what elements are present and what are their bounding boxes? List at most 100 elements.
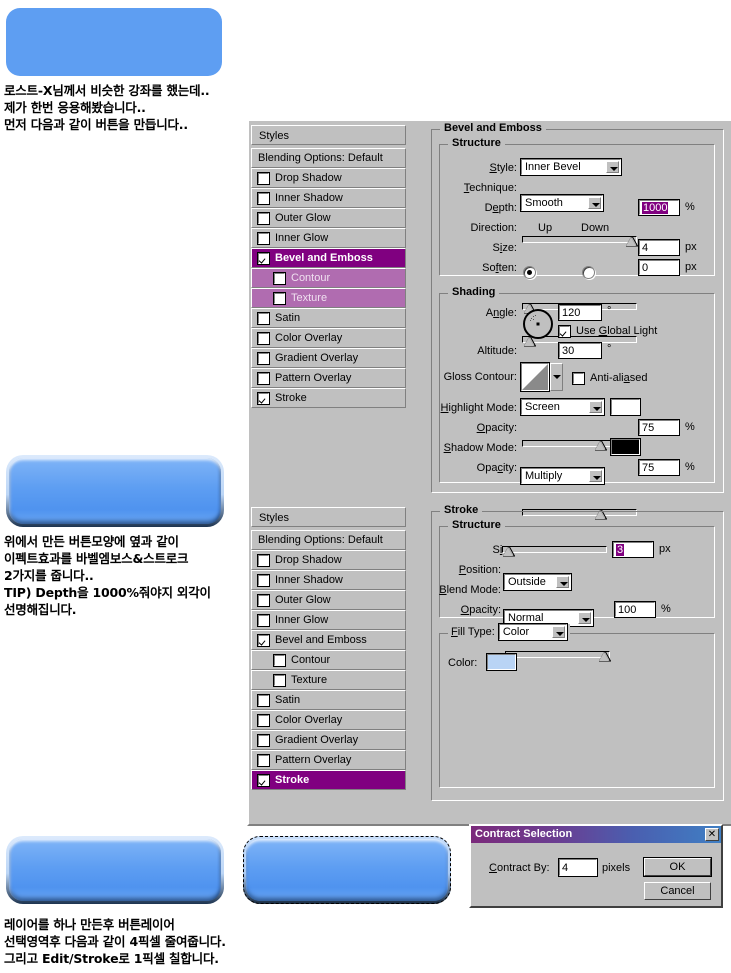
style-bottom-row-inner-shadow[interactable]: Inner Shadow: [251, 570, 406, 590]
anti-aliased-row[interactable]: Anti-aliased: [572, 371, 648, 385]
style-top-row-stroke[interactable]: Stroke: [251, 388, 406, 408]
gloss-contour-picker[interactable]: [520, 362, 563, 392]
style-bottom-row-satin[interactable]: Satin: [251, 690, 406, 710]
checkbox-icon[interactable]: [257, 713, 270, 727]
style-bottom-row-stroke[interactable]: Stroke: [251, 770, 406, 790]
style-bottom-row-inner-glow[interactable]: Inner Glow: [251, 610, 406, 630]
style-bottom-row-texture[interactable]: Texture: [251, 670, 406, 690]
gloss-contour-thumbnail[interactable]: [520, 362, 550, 392]
anti-aliased-checkbox[interactable]: [572, 371, 585, 385]
style-bottom-row-bevel-and-emboss[interactable]: Bevel and Emboss: [251, 630, 406, 650]
style-top-row-gradient-overlay[interactable]: Gradient Overlay: [251, 348, 406, 368]
blending-options-row-top[interactable]: Blending Options: Default: [251, 148, 406, 168]
style-bottom-row-outer-glow[interactable]: Outer Glow: [251, 590, 406, 610]
style-bottom-row-gradient-overlay[interactable]: Gradient Overlay: [251, 730, 406, 750]
size-field[interactable]: 4: [638, 239, 680, 256]
gloss-contour-dropdown[interactable]: [550, 363, 563, 391]
shadow-mode-combo[interactable]: Multiply: [520, 467, 605, 485]
stroke-position-combo[interactable]: Outside: [503, 573, 572, 591]
checkbox-icon[interactable]: [257, 211, 270, 225]
checkbox-icon[interactable]: [257, 733, 270, 747]
highlight-opacity-thumb[interactable]: [595, 439, 607, 451]
direction-up-radio[interactable]: [523, 266, 536, 279]
checkbox-icon[interactable]: [257, 171, 270, 185]
chevron-down-icon: [553, 375, 561, 379]
checkbox-icon[interactable]: [257, 693, 270, 707]
checkbox-icon[interactable]: [273, 271, 286, 285]
style-top-row-inner-glow[interactable]: Inner Glow: [251, 228, 406, 248]
highlight-color-swatch[interactable]: [610, 398, 641, 416]
depth-slider[interactable]: [522, 233, 638, 247]
depth-field[interactable]: 1000: [638, 199, 680, 216]
close-icon[interactable]: ✕: [705, 828, 719, 841]
checkbox-icon[interactable]: [273, 291, 286, 305]
style-top-row-pattern-overlay[interactable]: Pattern Overlay: [251, 368, 406, 388]
chevron-down-icon[interactable]: [588, 197, 601, 209]
stroke-color-swatch[interactable]: [486, 653, 517, 671]
style-top-row-inner-shadow[interactable]: Inner Shadow: [251, 188, 406, 208]
chevron-down-icon[interactable]: [551, 626, 565, 638]
checkbox-icon[interactable]: [257, 191, 270, 205]
style-bottom-row-color-overlay[interactable]: Color Overlay: [251, 710, 406, 730]
style-top-row-texture[interactable]: Texture: [251, 288, 406, 308]
checkbox-icon[interactable]: [257, 311, 270, 325]
style-top-row-outer-glow[interactable]: Outer Glow: [251, 208, 406, 228]
altitude-field[interactable]: 30: [558, 342, 602, 359]
direction-down-radio[interactable]: [582, 266, 596, 279]
ok-button[interactable]: OK: [643, 857, 712, 877]
checkbox-icon[interactable]: [257, 773, 270, 787]
checkbox-icon[interactable]: [257, 251, 270, 265]
checkbox-icon[interactable]: [257, 351, 270, 365]
style-top-row-contour[interactable]: Contour: [251, 268, 406, 288]
technique-combo[interactable]: Smooth: [520, 194, 604, 212]
checkbox-icon[interactable]: [273, 653, 286, 667]
chevron-down-icon[interactable]: [578, 612, 591, 624]
style-bottom-row-drop-shadow[interactable]: Drop Shadow: [251, 550, 406, 570]
checkbox-icon[interactable]: [257, 613, 270, 627]
style-top-row-bevel-and-emboss[interactable]: Bevel and Emboss: [251, 248, 406, 268]
angle-field[interactable]: 120: [558, 304, 602, 321]
style-combo[interactable]: Inner Bevel: [520, 158, 622, 176]
style-top-row-color-overlay[interactable]: Color Overlay: [251, 328, 406, 348]
blending-options-row-bottom[interactable]: Blending Options: Default: [251, 530, 406, 550]
fill-type-combo[interactable]: Color: [497, 623, 568, 641]
contract-by-field[interactable]: 4: [558, 858, 598, 877]
chevron-down-icon[interactable]: [589, 470, 602, 482]
styles-list-top[interactable]: Styles Blending Options: Default Drop Sh…: [251, 125, 406, 408]
checkbox-icon[interactable]: [257, 753, 270, 767]
chevron-down-icon[interactable]: [556, 576, 569, 588]
shadow-opacity-field[interactable]: 75: [638, 459, 680, 476]
styles-rows-bottom[interactable]: Drop Shadow Inner Shadow Outer Glow Inner G…: [251, 550, 406, 790]
checkbox-icon[interactable]: [257, 593, 270, 607]
checkbox-icon[interactable]: [273, 673, 286, 687]
depth-slider-thumb[interactable]: [626, 235, 638, 247]
stroke-opacity-field[interactable]: 100: [614, 601, 656, 618]
checkbox-icon[interactable]: [257, 331, 270, 345]
soften-field[interactable]: 0: [638, 259, 680, 276]
fill-type-header[interactable]: Fill Type: Color: [448, 623, 570, 641]
use-global-light-row[interactable]: Use Global Light: [558, 324, 657, 338]
highlight-mode-combo[interactable]: Screen: [520, 398, 605, 416]
style-top-row-drop-shadow[interactable]: Drop Shadow: [251, 168, 406, 188]
style-bottom-row-pattern-overlay[interactable]: Pattern Overlay: [251, 750, 406, 770]
checkbox-icon[interactable]: [257, 391, 270, 405]
styles-rows-top[interactable]: Drop Shadow Inner Shadow Outer Glow Inner G…: [251, 168, 406, 408]
style-top-row-satin[interactable]: Satin: [251, 308, 406, 328]
chevron-down-icon[interactable]: [606, 161, 619, 173]
stroke-size-thumb[interactable]: [503, 545, 515, 557]
stroke-size-field[interactable]: 3: [612, 541, 654, 558]
checkbox-icon[interactable]: [257, 573, 270, 587]
style-bottom-row-contour[interactable]: Contour: [251, 650, 406, 670]
angle-dial[interactable]: [521, 307, 555, 344]
checkbox-icon[interactable]: [257, 371, 270, 385]
shadow-color-swatch[interactable]: [610, 438, 641, 456]
stroke-size-slider[interactable]: [502, 543, 607, 557]
highlight-opacity-field[interactable]: 75: [638, 419, 680, 436]
checkbox-icon[interactable]: [257, 633, 270, 647]
styles-list-bottom[interactable]: Styles Blending Options: Default Drop Sh…: [251, 507, 406, 790]
use-global-light-checkbox[interactable]: [558, 324, 571, 338]
cancel-button[interactable]: Cancel: [644, 882, 711, 900]
checkbox-icon[interactable]: [257, 553, 270, 567]
checkbox-icon[interactable]: [257, 231, 270, 245]
chevron-down-icon[interactable]: [589, 401, 602, 413]
